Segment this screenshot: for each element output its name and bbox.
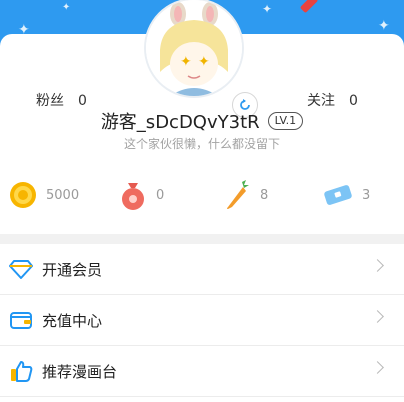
edit-icon[interactable]: [299, 0, 319, 14]
menu-label: 推荐漫画台: [42, 362, 118, 381]
menu-item-vip[interactable]: 开通会员: [0, 244, 404, 295]
chevron-right-icon: [371, 259, 384, 272]
bio-text: 这个家伙很懒，什么都没留下: [123, 137, 280, 151]
svg-text:✦: ✦: [198, 54, 210, 70]
svg-text:✦: ✦: [180, 54, 192, 70]
asset-row: 5000 0 8 3: [0, 178, 404, 212]
pouch-value: 0: [156, 187, 165, 203]
chevron-right-icon: [371, 361, 384, 374]
diamond-icon: [8, 256, 34, 282]
carrot-icon: [227, 180, 249, 209]
menu-item-recommend[interactable]: 推荐漫画台: [0, 346, 404, 397]
ticket-icon: [324, 185, 352, 205]
fans-label: 粉丝: [36, 93, 64, 109]
carrot-value: 8: [260, 187, 269, 203]
coins-value: 5000: [46, 187, 80, 203]
sparkle-icon: ✦: [62, 2, 71, 13]
gold-coin-icon: [10, 182, 36, 208]
level-badge: LV.1: [267, 112, 304, 130]
asset-pouch[interactable]: 0: [118, 178, 164, 212]
follow-count[interactable]: 关注 0: [307, 90, 358, 110]
sparkle-icon: ✦: [378, 18, 390, 34]
avatar[interactable]: ✦ ✦: [146, 0, 242, 96]
menu-item-recharge[interactable]: 充值中心: [0, 295, 404, 346]
username-row: 游客_sDcDQvY3tR LV.1: [0, 108, 404, 134]
red-pouch-icon: [122, 183, 144, 210]
menu-label: 充值中心: [42, 311, 103, 330]
menu-list: 开通会员 充值中心 推荐漫画台: [0, 244, 404, 397]
follow-number: 0: [349, 93, 358, 109]
menu-label: 开通会员: [42, 260, 103, 279]
sparkle-icon: ✦: [262, 2, 273, 16]
ticket-value: 3: [362, 187, 371, 203]
username: 游客_sDcDQvY3tR: [100, 112, 260, 133]
fans-number: 0: [78, 93, 87, 109]
fans-count[interactable]: 粉丝 0: [36, 90, 87, 110]
thumbs-up-icon: [8, 358, 34, 384]
asset-ticket[interactable]: 3: [322, 178, 370, 212]
section-divider: [0, 234, 404, 244]
asset-carrot[interactable]: 8: [222, 178, 268, 212]
follow-label: 关注: [307, 93, 335, 109]
asset-coins[interactable]: 5000: [8, 178, 79, 212]
wallet-icon: [8, 307, 34, 333]
chevron-right-icon: [371, 310, 384, 323]
